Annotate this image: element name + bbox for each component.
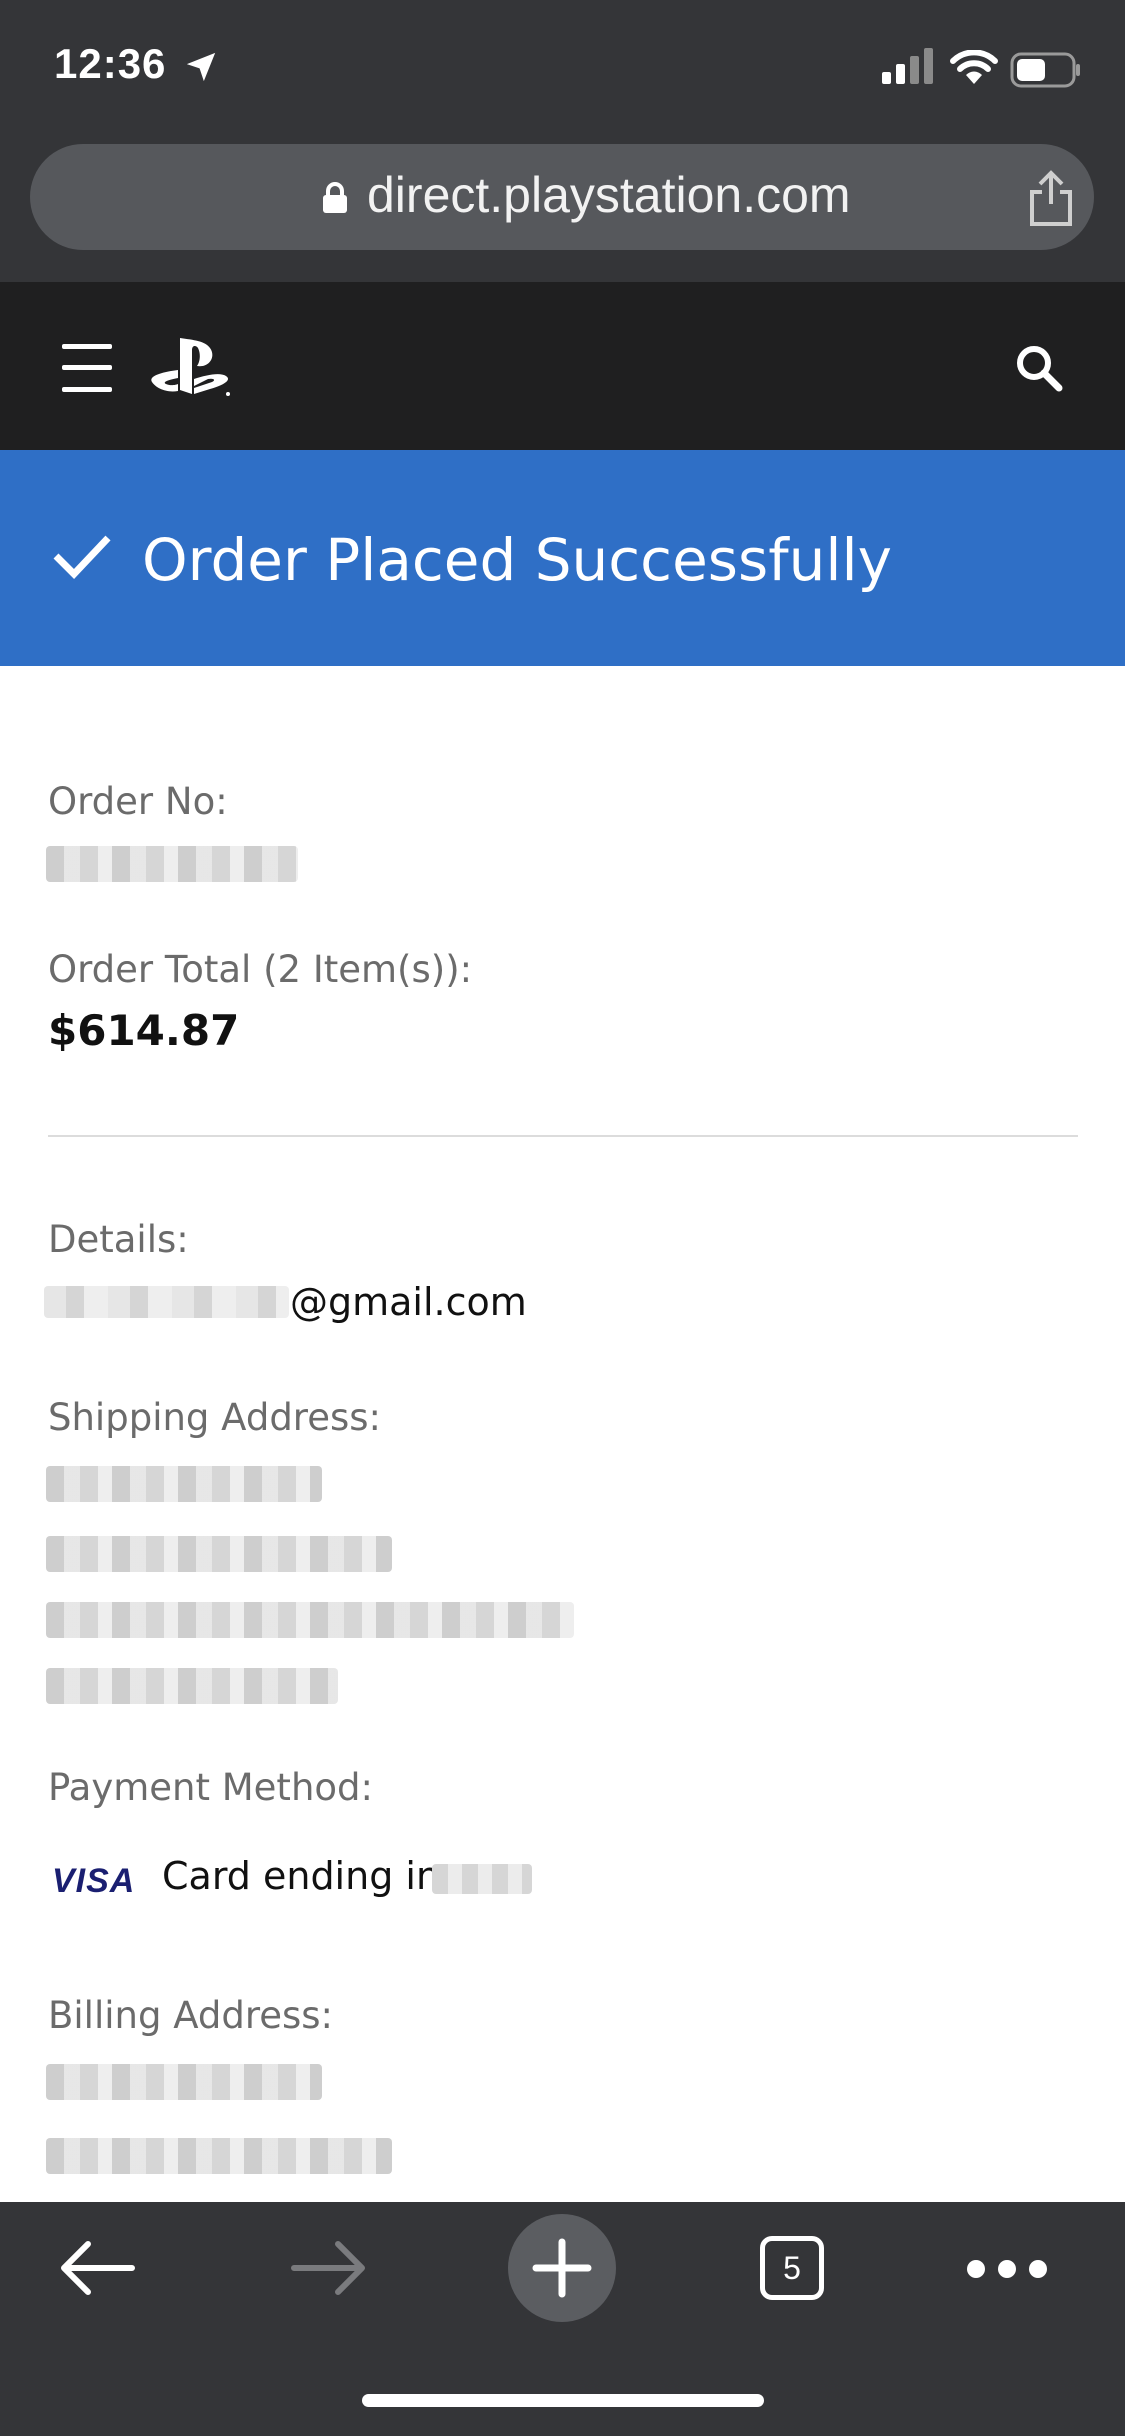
success-banner: Order Placed Successfully: [0, 450, 1125, 666]
order-total-value: $614.87: [48, 1006, 240, 1055]
menu-icon[interactable]: [62, 344, 112, 392]
battery-icon: [1010, 52, 1080, 88]
shipping-address-label: Shipping Address:: [48, 1396, 381, 1439]
more-icon[interactable]: [966, 2258, 1048, 2280]
email-redacted: [44, 1286, 289, 1318]
payment-method-label: Payment Method:: [48, 1766, 373, 1809]
share-icon[interactable]: [1028, 170, 1074, 228]
order-number-label: Order No:: [48, 780, 228, 823]
browser-address-area: direct.playstation.com: [0, 140, 1125, 282]
new-tab-button[interactable]: [508, 2214, 616, 2322]
address-bar[interactable]: direct.playstation.com: [30, 144, 1094, 250]
tab-count: 5: [783, 2250, 801, 2286]
site-header: [0, 282, 1125, 450]
order-number-redacted: [46, 846, 298, 882]
search-icon[interactable]: [1015, 344, 1063, 392]
shipping-address-line-redacted: [46, 1536, 392, 1572]
status-bar: 12:36: [0, 0, 1125, 140]
visa-logo: VISA: [52, 1862, 136, 1900]
shipping-address-line-redacted: [46, 1466, 322, 1502]
tabs-icon[interactable]: 5: [760, 2236, 824, 2300]
back-icon[interactable]: [58, 2238, 136, 2298]
url-text[interactable]: direct.playstation.com: [367, 166, 851, 224]
lock-icon: [323, 182, 347, 213]
shipping-address-line-redacted: [46, 1602, 574, 1638]
forward-icon[interactable]: [290, 2238, 368, 2298]
shipping-address-line-redacted: [46, 1668, 338, 1704]
divider: [48, 1135, 1078, 1137]
banner-title: Order Placed Successfully: [142, 526, 892, 594]
home-indicator[interactable]: [362, 2394, 764, 2407]
check-icon: [53, 535, 111, 580]
signal-icon: [882, 48, 933, 84]
card-digits-redacted: [432, 1864, 532, 1894]
email-domain: @gmail.com: [290, 1280, 527, 1324]
order-total-label: Order Total (2 Item(s)):: [48, 948, 473, 991]
details-label: Details:: [48, 1218, 189, 1261]
location-arrow-icon: [186, 52, 216, 82]
billing-address-line-redacted: [46, 2064, 322, 2100]
billing-address-line-redacted: [46, 2138, 392, 2174]
status-time: 12:36: [54, 40, 167, 87]
new-tab-icon: [532, 2238, 592, 2298]
wifi-icon: [950, 50, 998, 84]
card-ending-text: Card ending in: [162, 1854, 441, 1898]
billing-address-label: Billing Address:: [48, 1994, 334, 2037]
playstation-logo-icon[interactable]: [150, 336, 232, 398]
